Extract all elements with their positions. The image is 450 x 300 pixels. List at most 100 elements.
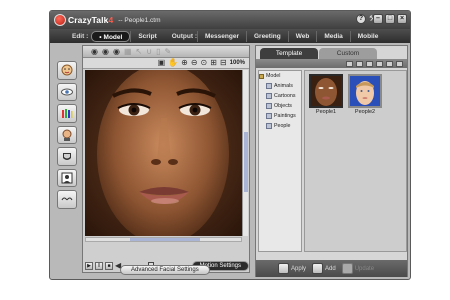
viewer-vscroll-thumb[interactable] bbox=[244, 132, 248, 192]
zoom-out-icon[interactable]: ⊖ bbox=[191, 58, 198, 68]
zoom-level: 100% bbox=[229, 60, 245, 66]
face-fitting-button[interactable] bbox=[57, 61, 77, 80]
folder-icon bbox=[266, 103, 272, 109]
folder-icon bbox=[266, 93, 272, 99]
update-icon bbox=[341, 263, 353, 274]
menu-bar: Edit : Model Script Output : Messenger G… bbox=[50, 29, 410, 43]
apply-button[interactable]: Apply bbox=[278, 263, 306, 274]
advanced-facial-settings-button[interactable]: Advanced Facial Settings bbox=[120, 265, 210, 275]
menu-model[interactable]: Model bbox=[91, 30, 131, 42]
library-tool-3-icon[interactable] bbox=[366, 60, 373, 67]
menu-greeting[interactable]: Greeting bbox=[245, 30, 288, 42]
library-tool-6-icon[interactable] bbox=[396, 60, 403, 67]
face-icon bbox=[61, 64, 73, 76]
mask-button[interactable] bbox=[57, 147, 77, 166]
grid-icon[interactable]: ▦ bbox=[124, 47, 132, 57]
library-tree: Model Animals Cartoons Objects Paintings… bbox=[258, 70, 302, 252]
gallery-item-people2[interactable]: People2 bbox=[348, 74, 382, 120]
tree-item-cartoons-label: Cartoons bbox=[274, 93, 296, 99]
fit-icon[interactable]: ▣ bbox=[158, 58, 166, 68]
color-button[interactable] bbox=[57, 104, 77, 123]
menu-web[interactable]: Web bbox=[287, 30, 317, 42]
folder-icon bbox=[266, 123, 272, 129]
gallery-item-people1[interactable]: People1 bbox=[309, 74, 343, 120]
pause-icon[interactable]: ‖ bbox=[95, 262, 103, 270]
pen-icon[interactable]: ✎ bbox=[164, 47, 171, 57]
crayons-icon bbox=[62, 109, 73, 119]
tree-item-cartoons[interactable]: Cartoons bbox=[259, 91, 301, 101]
zoom-region-icon[interactable]: ⊞ bbox=[210, 58, 217, 68]
logo-version: 4 bbox=[108, 15, 114, 25]
apply-icon bbox=[278, 263, 289, 274]
library-toolbar bbox=[256, 59, 407, 68]
maximize-icon[interactable]: □ bbox=[385, 14, 395, 24]
hand-icon[interactable]: ✋ bbox=[168, 58, 178, 68]
gallery-caption-people1: People1 bbox=[315, 109, 337, 115]
add-button[interactable]: Add bbox=[312, 263, 336, 274]
play-icon[interactable]: ▶ bbox=[85, 262, 93, 270]
magnet-icon[interactable]: ∪ bbox=[146, 47, 152, 57]
viewer-hscroll-thumb[interactable] bbox=[130, 238, 200, 241]
tree-item-people-label: People bbox=[274, 123, 291, 129]
tree-item-animals[interactable]: Animals bbox=[259, 81, 301, 91]
logo-text: CrazyTalk bbox=[68, 15, 109, 25]
gallery-caption-people2: People2 bbox=[354, 109, 376, 115]
tab-template[interactable]: Template bbox=[260, 48, 318, 59]
library-tool-1-icon[interactable] bbox=[346, 60, 353, 67]
thumbnail-people1-image bbox=[311, 76, 341, 106]
library-tool-4-icon[interactable] bbox=[376, 60, 383, 67]
menu-messenger[interactable]: Messenger bbox=[197, 30, 246, 42]
window-controls: – □ × bbox=[373, 14, 407, 24]
background-button[interactable] bbox=[57, 168, 77, 188]
thumbnail-people2 bbox=[348, 74, 382, 108]
head-button[interactable] bbox=[57, 125, 77, 145]
tree-item-paintings[interactable]: Paintings bbox=[259, 111, 301, 121]
undo-redo-button[interactable] bbox=[57, 190, 77, 210]
update-button[interactable]: Update bbox=[341, 263, 375, 274]
tree-item-paintings-label: Paintings bbox=[274, 113, 296, 119]
library-action-bar: Apply Add Update bbox=[256, 260, 407, 277]
update-label: Update bbox=[354, 265, 375, 272]
viewer-toolbar-zoom: ▣ ✋ ⊕ ⊖ ⊙ ⊞ ⊟ 100% bbox=[83, 58, 249, 69]
pointer-icon[interactable]: ↖ bbox=[136, 47, 143, 57]
viewer-horizontal-scrollbar[interactable] bbox=[85, 237, 242, 242]
head-icon bbox=[62, 129, 72, 142]
app-window: CrazyTalk4 -- People1.ctm ? ⚒ – □ × Edit… bbox=[49, 10, 411, 280]
library-panel: Template Custom Model Animals Cartoons O… bbox=[255, 45, 408, 277]
lock-icon[interactable]: ▯ bbox=[156, 47, 160, 57]
zoom-in-icon[interactable]: ⊕ bbox=[181, 58, 188, 68]
silhouette-icon bbox=[61, 172, 73, 184]
tree-item-objects[interactable]: Objects bbox=[259, 101, 301, 111]
menu-media[interactable]: Media bbox=[316, 30, 349, 42]
folder-icon bbox=[266, 113, 272, 119]
eye-view3-icon[interactable]: ◉ bbox=[113, 47, 120, 57]
eye-view2-icon[interactable]: ◉ bbox=[102, 47, 109, 57]
zoom-fit-icon[interactable]: ⊙ bbox=[201, 58, 208, 68]
menu-mobile[interactable]: Mobile bbox=[349, 30, 386, 42]
eyes-button[interactable] bbox=[57, 82, 77, 102]
tree-item-people[interactable]: People bbox=[259, 121, 301, 131]
menu-script[interactable]: Script bbox=[130, 30, 163, 42]
face-photo-image bbox=[85, 70, 242, 236]
tree-item-animals-label: Animals bbox=[274, 83, 293, 89]
title-bar: CrazyTalk4 -- People1.ctm ? ⚒ – □ × bbox=[50, 11, 410, 29]
face-photo[interactable] bbox=[85, 70, 242, 236]
tab-custom[interactable]: Custom bbox=[319, 48, 377, 59]
eye-icon bbox=[61, 88, 73, 96]
apply-label: Apply bbox=[291, 265, 307, 272]
edit-label: Edit : bbox=[72, 32, 89, 40]
zoom-actual-icon[interactable]: ⊟ bbox=[220, 58, 227, 68]
library-tool-2-icon[interactable] bbox=[356, 60, 363, 67]
thumbnail-people1 bbox=[309, 74, 343, 108]
preview-panel: ◉ ◉ ◉ ▦ ↖ ∪ ▯ ✎ ▣ ✋ ⊕ ⊖ ⊙ ⊞ ⊟ 100% ▶ ‖ ■… bbox=[82, 45, 250, 273]
library-tool-5-icon[interactable] bbox=[386, 60, 393, 67]
minimize-icon[interactable]: – bbox=[373, 14, 383, 24]
tree-item-model[interactable]: Model bbox=[259, 71, 301, 81]
help-icon[interactable]: ? bbox=[356, 14, 366, 24]
stop-icon[interactable]: ■ bbox=[105, 262, 113, 270]
close-icon[interactable]: × bbox=[397, 14, 407, 24]
thumbnail-people2-image bbox=[350, 76, 380, 106]
left-tool-strip bbox=[57, 61, 77, 210]
viewer-vertical-scrollbar[interactable] bbox=[242, 70, 248, 236]
eye-view-icon[interactable]: ◉ bbox=[91, 47, 98, 57]
